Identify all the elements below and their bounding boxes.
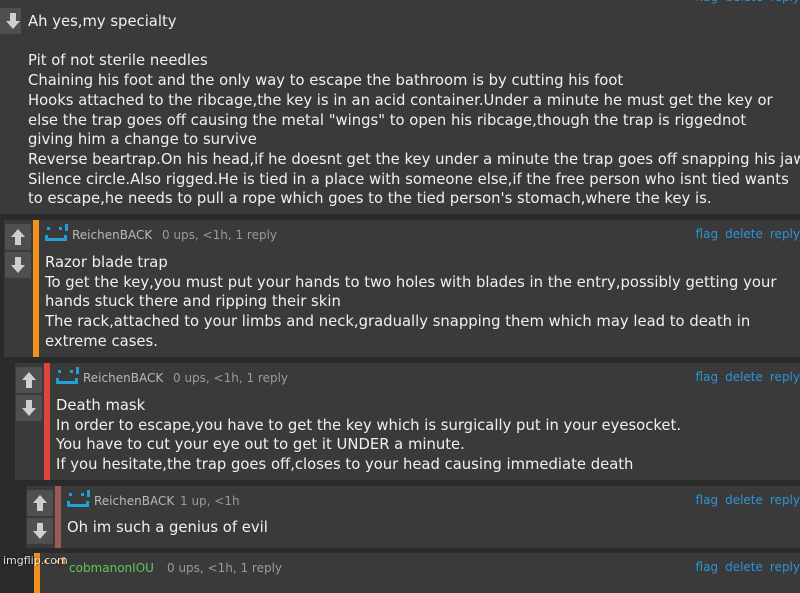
upvote-button[interactable] bbox=[27, 490, 53, 516]
comment-body: Razor blade trap To get the key,you must… bbox=[45, 244, 800, 352]
avatar-icon bbox=[56, 367, 79, 384]
watermark: imgflip.com bbox=[3, 554, 68, 567]
thread-bar bbox=[21, 0, 27, 214]
comment-line: In order to escape,you have to get the k… bbox=[56, 416, 682, 434]
comment-actions: flag delete reply bbox=[689, 0, 800, 4]
thread-bar bbox=[44, 363, 50, 480]
vote-column bbox=[5, 224, 31, 280]
downvote-button[interactable] bbox=[5, 252, 31, 278]
comment-actions: flag delete reply bbox=[689, 227, 800, 241]
arrow-up-icon bbox=[11, 229, 25, 245]
comment-body: Ah yes,my specialty Pit of not sterile n… bbox=[28, 12, 800, 209]
arrow-up-icon bbox=[22, 372, 36, 388]
comment-line: Chaining his foot and the only way to es… bbox=[28, 72, 624, 90]
comment: ReichenBACK 0 ups, <1h, 1 reply flag dele… bbox=[15, 363, 800, 480]
reply-link[interactable]: reply bbox=[770, 493, 800, 507]
delete-link[interactable]: delete bbox=[725, 493, 763, 507]
comment-line bbox=[28, 32, 794, 52]
delete-link[interactable]: delete bbox=[725, 370, 763, 384]
comment-stats: 0 ups, <1h, 1 reply bbox=[173, 371, 289, 385]
reply-link[interactable]: reply bbox=[770, 560, 800, 574]
comment-body: Oh im such a genius of evil bbox=[67, 510, 800, 538]
comment-content: ReichenBACK 0 ups, <1h, 1 reply flag dele… bbox=[56, 363, 800, 475]
comment-line: Silence circle.Also rigged.He is tied in… bbox=[28, 170, 789, 208]
comment-actions: flag delete reply bbox=[689, 560, 800, 574]
flag-link[interactable]: flag bbox=[696, 370, 719, 384]
vote-column bbox=[16, 367, 42, 423]
reply-link[interactable]: reply bbox=[770, 0, 800, 4]
vote-column bbox=[27, 490, 53, 546]
avatar-icon bbox=[45, 224, 68, 241]
comment-meta: ReichenBACK 0 ups, <1h, 1 reply flag dele… bbox=[45, 220, 800, 244]
delete-link[interactable]: delete bbox=[725, 560, 763, 574]
comment-stats: 0 ups, <1h, 1 reply bbox=[162, 228, 278, 242]
delete-link[interactable]: delete bbox=[725, 227, 763, 241]
comment-line: You have to cut your eye out to get it U… bbox=[56, 436, 465, 454]
comment-meta: flag delete reply bbox=[28, 0, 800, 12]
avatar-icon bbox=[67, 490, 90, 507]
arrow-up-icon bbox=[33, 495, 47, 511]
comment-actions: flag delete reply bbox=[689, 493, 800, 507]
username-link[interactable]: ReichenBACK bbox=[94, 494, 174, 508]
comment-line: Oh im such a genius of evil bbox=[67, 519, 268, 536]
comment-meta: cobmanonIOU 0 ups, <1h, 1 reply flag dele… bbox=[42, 553, 800, 577]
comment-stats: 1 up, <1h bbox=[180, 494, 240, 508]
comment-stats: 0 ups, <1h, 1 reply bbox=[167, 561, 283, 575]
comment-body: Death mask In order to escape,you have t… bbox=[56, 387, 800, 475]
flag-link[interactable]: flag bbox=[696, 560, 719, 574]
delete-link[interactable]: delete bbox=[725, 0, 763, 4]
upvote-button[interactable] bbox=[5, 224, 31, 250]
comment-line: The rack,attached to your limbs and neck… bbox=[45, 313, 751, 350]
arrow-down-icon bbox=[22, 400, 36, 416]
arrow-down-icon bbox=[11, 257, 25, 273]
username-link[interactable]: ReichenBACK bbox=[83, 371, 163, 385]
arrow-down-icon bbox=[33, 523, 47, 539]
downvote-button[interactable] bbox=[27, 518, 53, 544]
reply-link[interactable]: reply bbox=[770, 227, 800, 241]
comment: ReichenBACK 1 up, <1h flag delete reply Oh… bbox=[26, 486, 800, 548]
username-link[interactable]: ReichenBACK bbox=[72, 228, 152, 242]
comment: cobmanonIOU 0 ups, <1h, 1 reply flag dele… bbox=[34, 553, 800, 593]
comment-content: flag delete reply Ah yes,my specialty Pit … bbox=[28, 0, 800, 209]
flag-link[interactable]: flag bbox=[696, 0, 719, 4]
comment-line: Death mask bbox=[56, 397, 146, 414]
comment: flag delete reply Ah yes,my specialty Pit … bbox=[0, 0, 800, 214]
comment-content: ReichenBACK 1 up, <1h flag delete reply Oh… bbox=[67, 486, 800, 538]
comment-content: ReichenBACK 0 ups, <1h, 1 reply flag dele… bbox=[45, 220, 800, 352]
upvote-button[interactable] bbox=[16, 367, 42, 393]
comment-line: Pit of not sterile needles bbox=[28, 52, 208, 70]
comment-meta: ReichenBACK 1 up, <1h flag delete reply bbox=[67, 486, 800, 510]
comment-line: Ah yes,my specialty bbox=[28, 13, 177, 30]
thread-bar bbox=[55, 486, 61, 548]
comment-line: Razor blade trap bbox=[45, 254, 168, 271]
flag-link[interactable]: flag bbox=[696, 227, 719, 241]
comment-line: If you hesitate,the trap goes off,closes… bbox=[56, 456, 634, 474]
flag-link[interactable]: flag bbox=[696, 493, 719, 507]
thread-bar bbox=[33, 220, 39, 357]
comment-actions: flag delete reply bbox=[689, 370, 800, 384]
comment-content: cobmanonIOU 0 ups, <1h, 1 reply flag dele… bbox=[42, 553, 800, 577]
comment-line: Hooks attached to the ribcage,the key is… bbox=[28, 91, 773, 149]
arrow-down-icon bbox=[6, 13, 20, 29]
comment-line: Reverse beartrap.On his head,if he doesn… bbox=[28, 150, 800, 168]
comment: ReichenBACK 0 ups, <1h, 1 reply flag dele… bbox=[4, 220, 800, 357]
comment-line: To get the key,you must put your hands t… bbox=[45, 273, 777, 311]
comment-meta: ReichenBACK 0 ups, <1h, 1 reply flag dele… bbox=[56, 363, 800, 387]
reply-link[interactable]: reply bbox=[770, 370, 800, 384]
downvote-button[interactable] bbox=[16, 395, 42, 421]
username-link[interactable]: cobmanonIOU bbox=[69, 561, 154, 575]
